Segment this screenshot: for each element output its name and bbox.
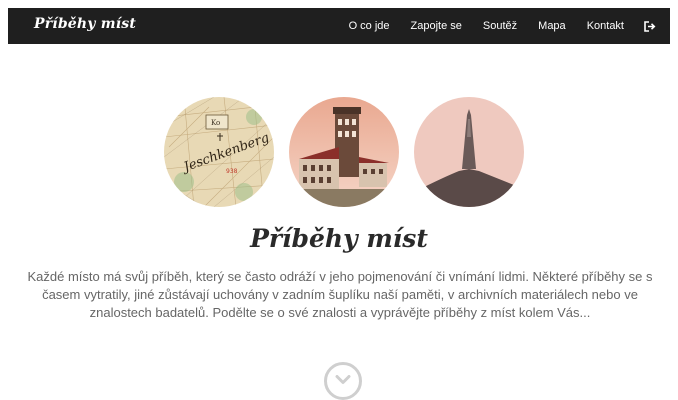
nav-item-mapa[interactable]: Mapa — [538, 20, 566, 32]
brand-logo[interactable]: Příběhy míst — [34, 16, 136, 32]
page-title: Příběhy míst — [250, 224, 428, 253]
jested-tower-image — [414, 97, 524, 207]
logout-icon[interactable] — [644, 20, 656, 32]
nav-menu: O co jde Zapojte se Soutěž Mapa Kontakt — [328, 8, 656, 44]
svg-text:Ko: Ko — [211, 119, 220, 127]
nav-item-o-co-jde[interactable]: O co jde — [349, 20, 390, 32]
svg-text:938: 938 — [226, 168, 238, 175]
chevron-down-icon — [335, 375, 351, 384]
hero-images: Ko Jeschkenberg 938 — [164, 97, 524, 207]
top-navbar: Příběhy míst O co jde Zapojte se Soutěž … — [8, 8, 670, 44]
nav-item-soutez[interactable]: Soutěž — [483, 20, 517, 32]
old-map-image: Ko Jeschkenberg 938 — [164, 97, 274, 207]
scroll-down-button[interactable] — [324, 362, 362, 400]
nav-item-kontakt[interactable]: Kontakt — [587, 20, 624, 32]
tower-hotel-image — [289, 97, 399, 207]
intro-description: Každé místo má svůj příběh, který se čas… — [27, 269, 653, 320]
nav-item-zapojte-se[interactable]: Zapojte se — [411, 20, 462, 32]
